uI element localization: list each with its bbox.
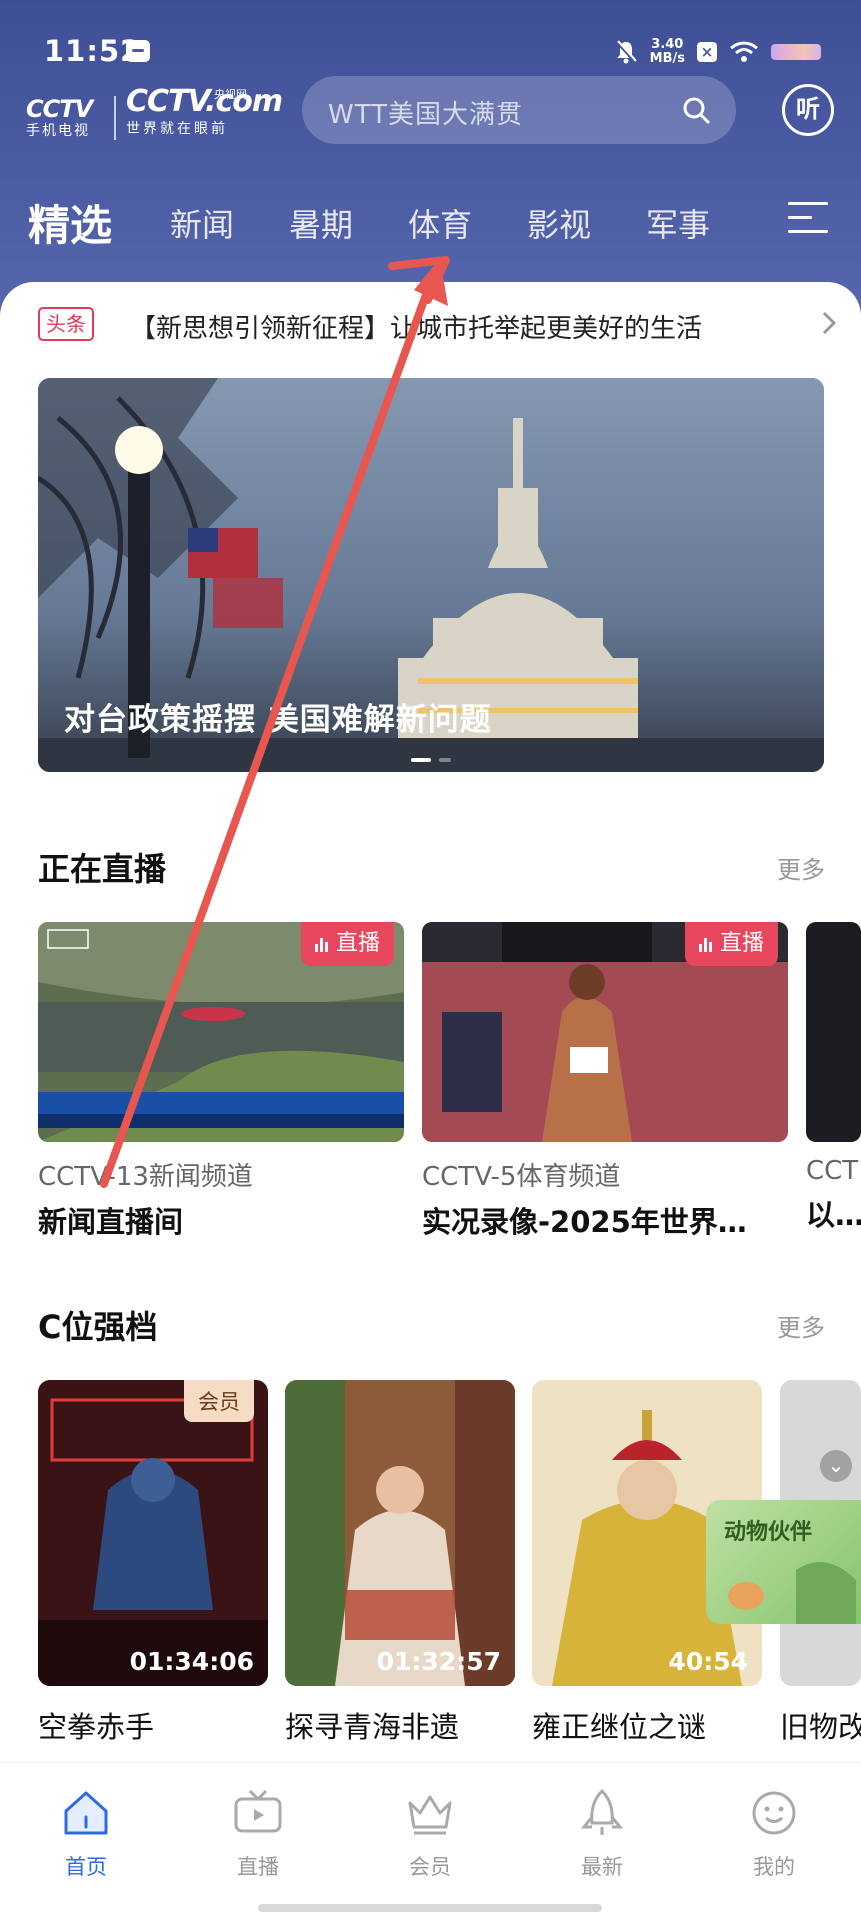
video-card[interactable]: 会员 01:34:06 空拳赤手 <box>38 1380 268 1746</box>
vip-badge: 会员 <box>184 1380 254 1422</box>
tab-news[interactable]: 新闻 <box>170 200 234 246</box>
video-duration: 01:32:57 <box>376 1647 501 1676</box>
video-title: 雍正继位之谜 <box>532 1710 707 1744</box>
hero-banner[interactable]: 对台政策摇摆 美国难解新问题 <box>38 378 824 772</box>
tab-featured[interactable]: 精选 <box>28 192 112 253</box>
live-section-title: 正在直播 <box>38 850 167 888</box>
nav-home[interactable]: 首页 <box>26 1785 146 1881</box>
hero-title: 对台政策摇摆 美国难解新问题 <box>64 702 492 738</box>
wifi-icon <box>730 41 758 62</box>
video-duration: 01:34:06 <box>129 1647 254 1676</box>
live-card[interactable]: CCT 以法 <box>806 922 861 1234</box>
video-thumbnail: 01:32:57 <box>285 1380 515 1686</box>
menu-icon[interactable] <box>788 202 828 236</box>
nav-latest[interactable]: 最新 <box>542 1785 662 1881</box>
headline-badge: 头条 <box>38 307 94 341</box>
listen-button[interactable]: 听 <box>782 84 834 136</box>
live-badge: 直播 <box>684 922 778 966</box>
live-program: 以法 <box>806 1198 861 1232</box>
live-program: 新闻直播间 <box>38 1205 184 1239</box>
nav-live[interactable]: 直播 <box>198 1785 318 1881</box>
video-title: 空拳赤手 <box>38 1710 155 1744</box>
status-icons: 3.40 MB/s × <box>614 34 821 70</box>
profile-face-icon <box>752 1791 796 1835</box>
tab-military[interactable]: 军事 <box>646 200 710 246</box>
video-thumbnail: 会员 01:34:06 <box>38 1380 268 1686</box>
c-section-title: C位强档 <box>38 1308 158 1346</box>
close-icon[interactable]: ⌄ <box>820 1450 852 1482</box>
close-box-icon: × <box>697 42 717 62</box>
tab-summer[interactable]: 暑期 <box>289 200 353 246</box>
home-indicator <box>258 1904 602 1912</box>
floating-ad[interactable]: 动物伙伴 <box>706 1500 861 1624</box>
battery-icon <box>771 44 821 60</box>
live-signal-icon <box>698 936 712 952</box>
live-channel: CCTV-13新闻频道 <box>38 1162 253 1192</box>
live-program: 实况录像-2025年世界… <box>422 1205 747 1239</box>
category-tabs: 精选 新闻 暑期 体育 影视 军事 <box>0 188 861 252</box>
cctv-logo: CCTV 手机电视 <box>26 95 93 139</box>
crown-icon <box>408 1795 452 1835</box>
live-thumbnail: 直播 <box>422 922 788 1142</box>
video-card[interactable]: 01:32:57 探寻青海非遗 <box>285 1380 515 1746</box>
network-speed: 3.40 MB/s <box>649 37 685 66</box>
live-thumbnail <box>806 922 861 1142</box>
live-signal-icon <box>314 936 328 952</box>
message-notification-icon <box>126 40 150 62</box>
tv-icon <box>234 1789 282 1833</box>
live-badge: 直播 <box>300 922 394 966</box>
content-area: 头条 【新思想引领新征程】让城市托举起更美好的生活 对台政策摇摆 美国难解新问题… <box>0 282 861 1762</box>
bottom-nav: 首页 直播 会员 最新 我的 <box>0 1762 861 1920</box>
tab-sports[interactable]: 体育 <box>408 200 472 246</box>
home-icon <box>64 1791 108 1835</box>
cctv-com-logo: CCTV.com 央视网 世界就在眼前 <box>126 84 283 137</box>
video-title: 探寻青海非遗 <box>285 1710 460 1744</box>
live-channel: CCT <box>806 1156 859 1186</box>
video-poster-image <box>285 1380 515 1686</box>
video-poster-image <box>38 1380 268 1686</box>
chevron-right-icon[interactable] <box>820 310 838 336</box>
nav-vip[interactable]: 会员 <box>370 1785 490 1881</box>
c-more-link[interactable]: 更多 <box>777 1308 825 1343</box>
mute-bell-icon <box>615 40 637 64</box>
live-card[interactable]: 直播 CCTV-13新闻频道 新闻直播间 <box>38 922 404 1241</box>
live-more-link[interactable]: 更多 <box>777 850 825 885</box>
live-channel: CCTV-5体育频道 <box>422 1162 621 1192</box>
logo-divider <box>114 96 116 140</box>
video-title: 旧物改 <box>780 1710 861 1744</box>
headline-ticker[interactable]: 头条 【新思想引领新征程】让城市托举起更美好的生活 <box>38 304 838 344</box>
search-placeholder: WTT美国大满贯 <box>328 100 524 130</box>
video-duration: 40:54 <box>668 1647 748 1676</box>
search-icon[interactable] <box>682 96 710 124</box>
tab-film-tv[interactable]: 影视 <box>527 200 591 246</box>
live-card[interactable]: 直播 CCTV-5体育频道 实况录像-2025年世界… <box>422 922 788 1241</box>
headline-text[interactable]: 【新思想引领新征程】让城市托举起更美好的生活 <box>130 308 702 345</box>
fox-illustration <box>728 1562 856 1624</box>
live-thumbnail: 直播 <box>38 922 404 1142</box>
search-input[interactable]: WTT美国大满贯 <box>302 76 736 144</box>
rocket-icon <box>580 1788 624 1835</box>
nav-mine[interactable]: 我的 <box>714 1785 834 1881</box>
carousel-dots <box>38 758 824 762</box>
